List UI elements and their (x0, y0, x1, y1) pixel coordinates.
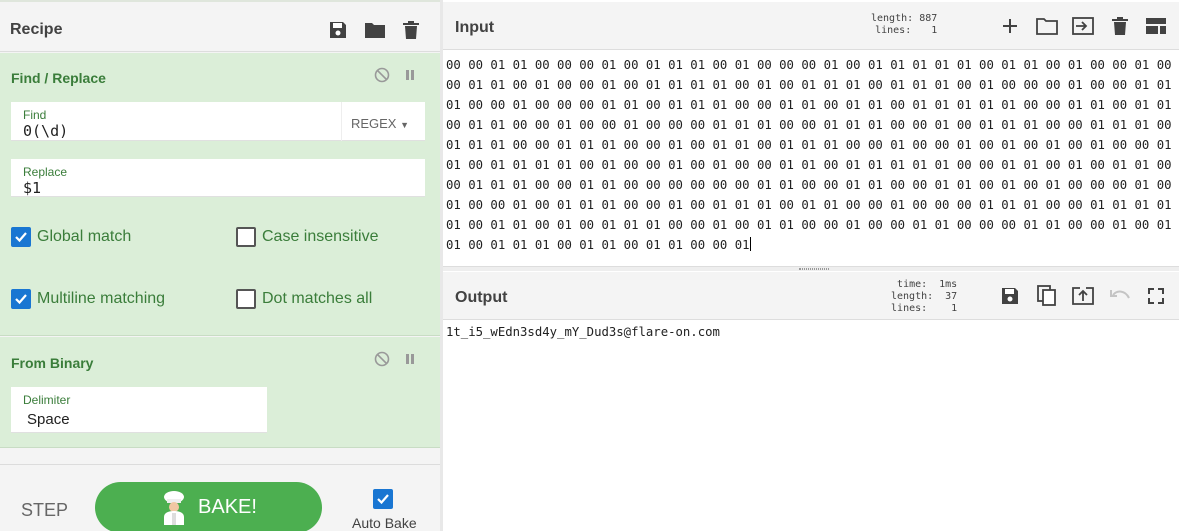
clear-recipe-trash-icon[interactable] (399, 18, 423, 42)
output-time-value: 1ms (939, 279, 958, 290)
output-time-label: time: (897, 279, 928, 290)
load-recipe-folder-icon[interactable] (363, 18, 387, 42)
replace-input[interactable]: $1 (23, 179, 41, 197)
input-content: 00 00 01 01 00 00 00 01 00 01 01 01 00 0… (446, 58, 1172, 252)
plus-icon[interactable] (998, 14, 1022, 38)
replace-label: Replace (23, 165, 68, 179)
replace-input-icon[interactable] (1071, 284, 1095, 308)
input-stats: length: 887 lines: 1 (871, 13, 937, 37)
find-replace-operation: Find / Replace Find 0(\d) REGEX ▼ Replac… (0, 53, 440, 336)
input-length-value: 887 (919, 13, 938, 24)
text-caret (749, 237, 751, 251)
case-insensitive-label: Case insensitive (262, 228, 379, 245)
auto-bake-label: Auto Bake (352, 515, 417, 531)
breakpoint-pause-icon[interactable] (401, 350, 419, 368)
fullscreen-icon[interactable] (1144, 284, 1168, 308)
find-input[interactable]: 0(\d) (23, 122, 68, 140)
find-mode-label: REGEX (350, 116, 397, 131)
io-resizer[interactable] (443, 266, 1179, 271)
copy-icon[interactable] (1035, 284, 1059, 308)
chevron-down-icon: ▼ (400, 120, 409, 130)
recipe-header: Recipe (0, 4, 440, 52)
output-title: Output (455, 289, 508, 306)
output-stats: time: 1ms length: 37 lines: 1 (891, 279, 957, 315)
output-length-value: 37 (945, 291, 958, 302)
output-lines-value: 1 (951, 303, 958, 314)
layout-icon[interactable] (1144, 14, 1168, 38)
input-lines-label: lines: (875, 25, 912, 36)
checkbox-unchecked-icon (236, 289, 256, 309)
replace-field[interactable]: Replace $1 (11, 159, 425, 197)
find-label: Find (23, 108, 47, 122)
output-content: 1t_i5_wEdn3sd4y_mY_Dud3s@flare-on.com (446, 325, 720, 339)
trash-icon[interactable] (1108, 14, 1132, 38)
input-length-label: length: (871, 13, 914, 24)
delimiter-dropdown[interactable]: Delimiter Space (11, 387, 267, 433)
cyberchef-app: Recipe Find / Replace Find 0(\d) REGEX ▼… (0, 0, 1179, 531)
dot-matches-all-checkbox[interactable]: Dot matches all (236, 289, 372, 309)
multiline-matching-checkbox[interactable]: Multiline matching (11, 289, 165, 309)
bake-bar: STEP BAKE! Auto Bake (0, 464, 440, 531)
bake-label: BAKE! (198, 496, 257, 518)
input-lines-value: 1 (931, 25, 938, 36)
disable-operation-icon[interactable] (373, 66, 391, 84)
folder-icon[interactable] (1035, 14, 1059, 38)
step-button[interactable]: STEP (21, 500, 68, 521)
recipe-panel: Recipe Find / Replace Find 0(\d) REGEX ▼… (0, 0, 440, 531)
multiline-matching-label: Multiline matching (37, 290, 166, 307)
import-icon[interactable] (1071, 14, 1095, 38)
delimiter-label: Delimiter (23, 393, 71, 407)
chef-icon (164, 490, 185, 525)
dot-matches-all-label: Dot matches all (262, 290, 373, 307)
find-replace-title: Find / Replace (11, 70, 106, 86)
auto-bake-checkbox[interactable] (373, 489, 393, 509)
undo-icon[interactable] (1108, 284, 1132, 308)
global-match-checkbox[interactable]: Global match (11, 227, 131, 247)
from-binary-operation: From Binary Delimiter Space (0, 337, 440, 448)
disable-operation-icon[interactable] (373, 350, 391, 368)
save-icon[interactable] (998, 284, 1022, 308)
breakpoint-pause-icon[interactable] (401, 66, 419, 84)
checkbox-checked-icon (11, 289, 31, 309)
resizer-grip-icon (799, 268, 829, 270)
global-match-label: Global match (37, 228, 132, 245)
find-mode-dropdown[interactable]: REGEX ▼ (351, 116, 409, 131)
checkbox-unchecked-icon (236, 227, 256, 247)
recipe-title: Recipe (10, 21, 63, 38)
from-binary-title: From Binary (11, 355, 94, 371)
output-header: Output time: 1ms length: 37 lines: 1 (443, 272, 1179, 320)
save-recipe-icon[interactable] (326, 18, 350, 42)
case-insensitive-checkbox[interactable]: Case insensitive (236, 227, 379, 247)
checkbox-checked-icon (11, 227, 31, 247)
delimiter-value: Space (27, 411, 70, 428)
output-lines-label: lines: (891, 303, 928, 314)
find-field[interactable]: Find 0(\d) REGEX ▼ (11, 102, 425, 141)
input-header: Input length: 887 lines: 1 (443, 2, 1179, 50)
bake-button[interactable]: BAKE! (95, 482, 322, 531)
input-title: Input (455, 19, 495, 36)
output-length-label: length: (891, 291, 934, 302)
input-textarea[interactable]: 00 00 01 01 00 00 00 01 00 01 01 01 00 0… (446, 55, 1174, 255)
